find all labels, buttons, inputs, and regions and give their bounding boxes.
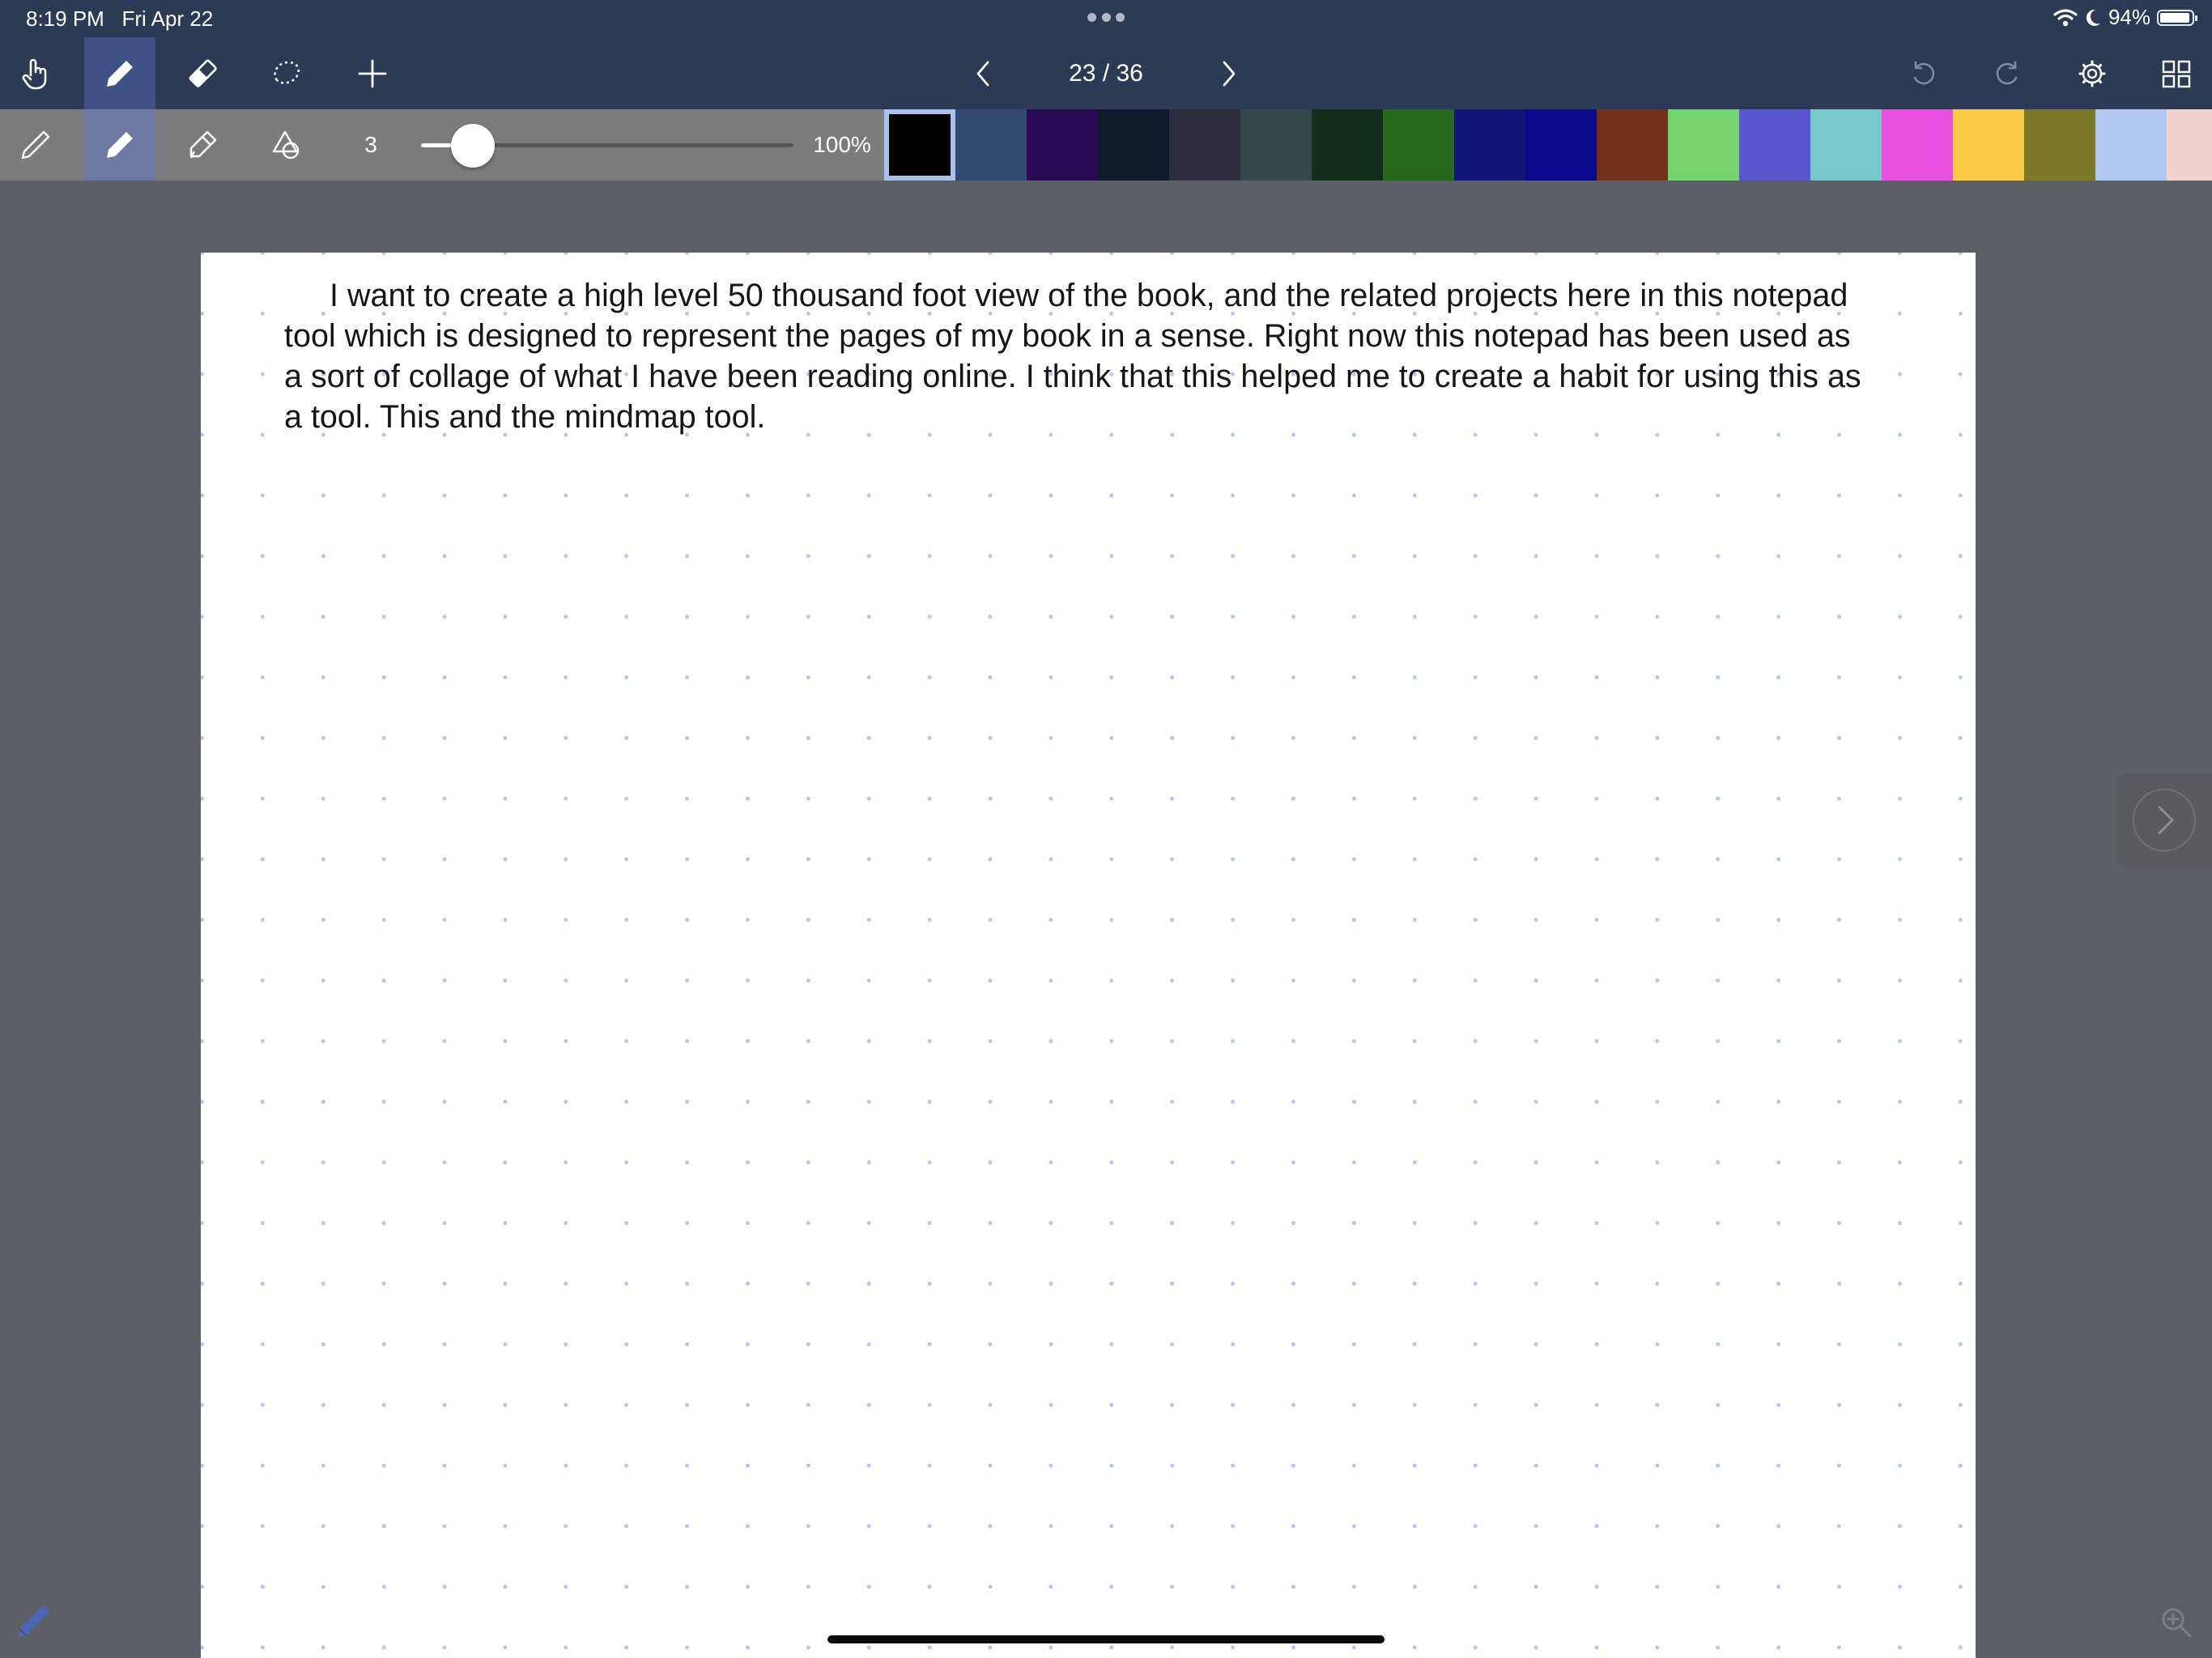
status-time: 8:19 PM Fri Apr 22	[26, 6, 213, 32]
stroke-size-slider[interactable]	[421, 124, 793, 168]
lasso-tool-button[interactable]	[251, 37, 322, 109]
settings-icon	[2078, 60, 2106, 87]
next-page-handle[interactable]	[2116, 772, 2212, 868]
color-swatch-5[interactable]	[1169, 109, 1240, 181]
typed-note-text[interactable]: I want to create a high level 50 thousan…	[284, 275, 1863, 437]
zoom-in-icon[interactable]	[2159, 1605, 2194, 1640]
color-swatch-7[interactable]	[1312, 109, 1383, 181]
redo-button[interactable]	[1972, 37, 2043, 109]
main-toolbar: 23 / 36	[0, 37, 2212, 109]
lasso-icon	[274, 61, 300, 84]
grid-view-button[interactable]	[2141, 37, 2212, 109]
status-date-text: Fri Apr 22	[121, 6, 214, 31]
hand-tool-button[interactable]	[0, 37, 71, 109]
pen-icon	[107, 60, 133, 87]
next-page-button[interactable]	[1192, 37, 1263, 109]
color-swatch-11[interactable]	[1597, 109, 1668, 181]
color-swatch-14[interactable]	[1810, 109, 1882, 181]
status-time-text: 8:19 PM	[26, 6, 104, 31]
previous-page-button[interactable]	[949, 37, 1020, 109]
multitask-dots-icon[interactable]	[1087, 13, 1125, 23]
marker-pen-icon	[107, 132, 133, 158]
color-swatch-10[interactable]	[1525, 109, 1597, 181]
fine-pen-button[interactable]	[0, 109, 71, 181]
highlighter-button[interactable]	[167, 109, 238, 181]
color-swatch-9[interactable]	[1454, 109, 1525, 181]
plus-icon	[358, 59, 387, 87]
status-bar: 8:19 PM Fri Apr 22 94%	[0, 0, 2212, 37]
redo-icon	[1996, 61, 2018, 84]
eraser-tool-button[interactable]	[168, 37, 239, 109]
add-button[interactable]	[337, 37, 408, 109]
chevron-right-icon	[1223, 61, 1236, 86]
shapes-button[interactable]	[251, 109, 322, 181]
pen-settings-bar: 3 100%	[0, 109, 2212, 181]
fine-pen-icon	[21, 130, 50, 159]
notebook-page[interactable]: I want to create a high level 50 thousan…	[201, 253, 1976, 1658]
slider-knob[interactable]	[451, 124, 495, 168]
wifi-icon	[2053, 8, 2078, 26]
eraser-icon	[189, 59, 217, 87]
home-indicator[interactable]	[827, 1635, 1385, 1643]
color-palette	[884, 109, 2212, 181]
stroke-size-value: 3	[364, 132, 377, 157]
color-swatch-8[interactable]	[1383, 109, 1454, 181]
moon-icon	[2086, 9, 2100, 26]
battery-icon	[2157, 9, 2197, 26]
color-swatch-1[interactable]	[884, 109, 955, 181]
status-right: 94%	[2053, 5, 2197, 30]
opacity-value[interactable]: 100%	[802, 132, 883, 158]
color-swatch-15[interactable]	[1882, 109, 1953, 181]
shapes-icon	[272, 130, 300, 159]
undo-icon	[1913, 61, 1935, 84]
highlighter-icon	[189, 130, 217, 159]
undo-button[interactable]	[1888, 37, 1959, 109]
battery-percent: 94%	[2108, 5, 2150, 29]
color-swatch-12[interactable]	[1668, 109, 1739, 181]
next-page-chevron-icon	[2158, 806, 2174, 835]
color-swatch-17[interactable]	[2024, 109, 2095, 181]
grid-view-icon	[2162, 60, 2191, 87]
color-swatch-13[interactable]	[1739, 109, 1810, 181]
pen-tool-button[interactable]	[84, 37, 155, 109]
chevron-left-icon	[976, 61, 989, 86]
color-swatch-16[interactable]	[1953, 109, 2024, 181]
color-swatch-18[interactable]	[2095, 109, 2167, 181]
color-swatch-2[interactable]	[955, 109, 1027, 181]
page-indicator[interactable]: 23 / 36	[1025, 60, 1187, 87]
color-swatch-3[interactable]	[1027, 109, 1098, 181]
pencil-icon[interactable]	[15, 1601, 53, 1640]
color-swatch-19[interactable]	[2167, 109, 2212, 181]
hand-icon	[22, 58, 47, 89]
color-swatch-4[interactable]	[1098, 109, 1169, 181]
settings-button[interactable]	[2057, 37, 2128, 109]
color-swatch-6[interactable]	[1240, 109, 1312, 181]
marker-pen-button[interactable]	[84, 109, 155, 181]
